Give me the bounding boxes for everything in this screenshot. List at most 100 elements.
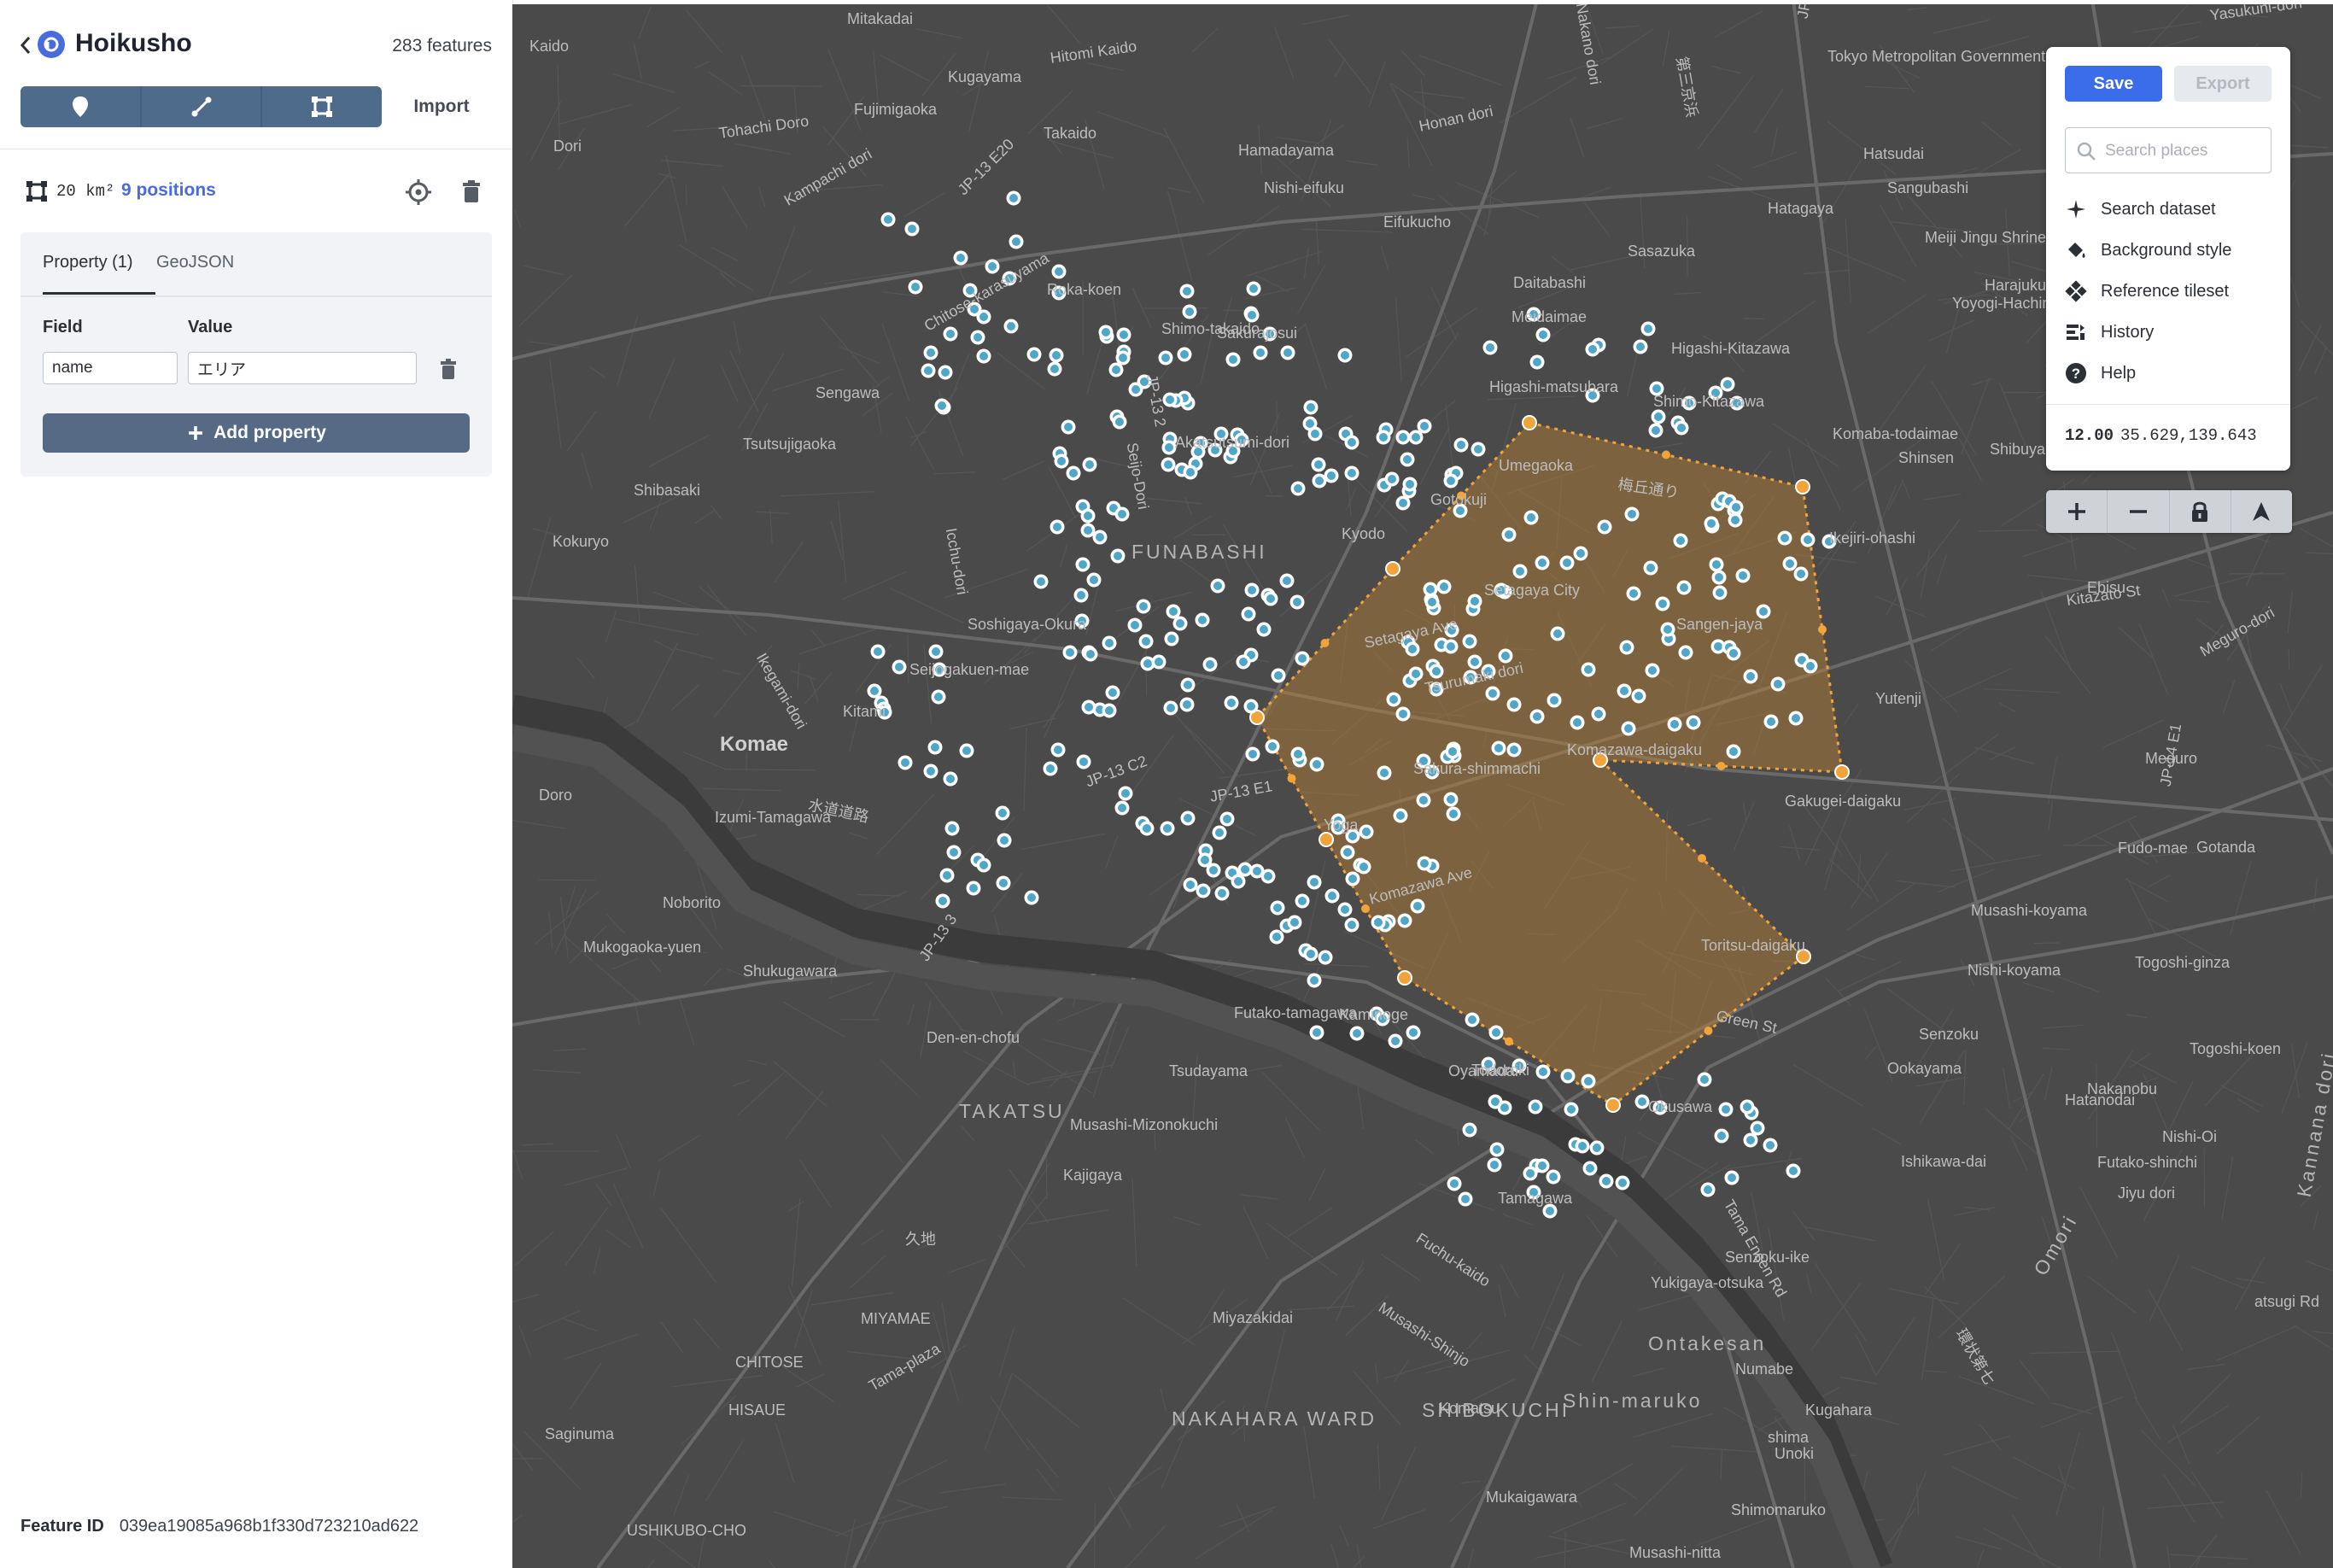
delete-property-button[interactable] xyxy=(437,357,459,383)
street xyxy=(1855,1334,1877,1376)
street xyxy=(2299,527,2333,547)
tab-property[interactable]: Property (1) xyxy=(43,253,133,272)
map-point-marker-core xyxy=(1121,789,1130,798)
map-point-marker-core xyxy=(1516,567,1524,576)
map-point-marker-core xyxy=(1379,433,1388,442)
trash-icon xyxy=(441,359,456,379)
draw-polygon-button[interactable] xyxy=(262,86,382,127)
back-button[interactable] xyxy=(17,32,34,58)
street xyxy=(2102,719,2163,749)
map-point-marker-core xyxy=(1069,469,1078,477)
map-point-marker-core xyxy=(1348,921,1356,929)
street xyxy=(1195,1510,1272,1559)
map-point-marker-core xyxy=(1539,331,1547,339)
street xyxy=(594,962,643,1004)
map-place-label: FUNABASHI xyxy=(1131,541,1267,563)
draw-point-button[interactable] xyxy=(20,86,142,127)
street xyxy=(1042,1039,1102,1056)
street xyxy=(841,570,908,600)
property-field-input[interactable]: name xyxy=(43,352,178,384)
search-input[interactable] xyxy=(2103,137,2266,166)
street xyxy=(1915,518,1961,577)
search-dataset-menu-item[interactable]: Search dataset xyxy=(2065,192,2278,226)
street xyxy=(2287,591,2294,635)
import-button[interactable]: Import xyxy=(386,86,497,127)
zoom-out-button[interactable] xyxy=(2108,490,2170,533)
map-point-marker-core xyxy=(1184,681,1192,689)
property-value-input[interactable]: エリア xyxy=(188,352,417,384)
street xyxy=(581,453,593,489)
polygon-vertex xyxy=(1319,832,1334,847)
street xyxy=(1487,395,1576,401)
export-button[interactable]: Export xyxy=(2174,66,2272,102)
map-point-marker-core xyxy=(1374,918,1383,927)
map-place-label: Musashi-koyama xyxy=(1971,902,2088,919)
map-place-label: NAKAHARA WARD xyxy=(1172,1407,1377,1430)
active-tab-indicator xyxy=(43,292,155,295)
positions-link[interactable]: 9 positions xyxy=(121,180,216,201)
street xyxy=(827,50,862,132)
map-point-marker-core xyxy=(1428,598,1436,606)
tab-geojson[interactable]: GeoJSON xyxy=(156,253,234,272)
map-point-marker-core xyxy=(1142,637,1150,646)
map-place-label: Komazawa-daigaku xyxy=(1567,741,1703,758)
street xyxy=(1697,74,1754,150)
street xyxy=(1586,118,1623,130)
map-point-marker-core xyxy=(1348,469,1356,477)
street xyxy=(910,430,927,438)
street xyxy=(1805,1226,1875,1242)
street xyxy=(2298,325,2322,372)
street xyxy=(1586,1214,1619,1258)
map-point-marker-core xyxy=(1052,351,1061,360)
street xyxy=(612,957,639,970)
map-point-marker-core xyxy=(1131,621,1139,629)
help-menu-item[interactable]: ? Help xyxy=(2065,356,2278,390)
street xyxy=(624,173,670,227)
street xyxy=(1998,702,2016,712)
street xyxy=(660,1320,684,1353)
street xyxy=(564,1333,639,1360)
compass-button[interactable] xyxy=(2231,490,2292,533)
map-point-marker-core xyxy=(1066,648,1074,657)
map-point-marker-core xyxy=(1449,810,1458,818)
save-button[interactable]: Save xyxy=(2065,66,2162,102)
map-point-marker-core xyxy=(1241,865,1249,874)
street xyxy=(1600,28,1654,65)
history-menu-item[interactable]: History xyxy=(2065,315,2278,349)
street xyxy=(861,1229,885,1246)
map-place-label: Hamadayama xyxy=(1238,142,1335,159)
street xyxy=(1303,1426,1315,1499)
add-property-button[interactable]: Add property xyxy=(43,413,470,453)
map-point-marker-core xyxy=(1239,658,1248,666)
feature-id-row: Feature ID 039ea19085a968b1f330d723210ad6… xyxy=(20,1517,418,1536)
street xyxy=(1110,1026,1130,1069)
map-place-label: Ontakesan xyxy=(1648,1332,1767,1354)
map-point-marker-core xyxy=(948,824,956,833)
street xyxy=(791,1198,801,1287)
map-point-marker-core xyxy=(1118,510,1126,518)
map-point-marker-core xyxy=(1105,706,1114,715)
street xyxy=(769,509,773,544)
background-style-menu-item[interactable]: Background style xyxy=(2065,233,2278,267)
map-point-marker-core xyxy=(1588,345,1597,354)
map-place-label: Sangen-jaya xyxy=(1676,616,1763,633)
map-point-marker-core xyxy=(932,647,940,656)
reference-tileset-menu-item[interactable]: Reference tileset xyxy=(2065,274,2278,308)
map-point-marker-core xyxy=(1298,654,1307,663)
zoom-to-feature-button[interactable] xyxy=(403,177,434,208)
zoom-in-button[interactable] xyxy=(2046,490,2108,533)
street xyxy=(2314,348,2327,375)
street xyxy=(1752,151,1798,168)
street xyxy=(605,611,617,643)
menu-label: Reference tileset xyxy=(2101,281,2230,301)
map-point-marker-core xyxy=(1234,877,1243,886)
draw-line-button[interactable] xyxy=(142,86,263,127)
street xyxy=(1377,1443,1381,1491)
street xyxy=(880,1134,903,1163)
map-point-marker-core xyxy=(1353,1029,1361,1038)
delete-feature-button[interactable] xyxy=(456,177,487,208)
map-point-marker-core xyxy=(1112,366,1120,374)
street xyxy=(1013,1061,1016,1079)
street xyxy=(658,1134,701,1162)
lock-button[interactable] xyxy=(2170,490,2231,533)
